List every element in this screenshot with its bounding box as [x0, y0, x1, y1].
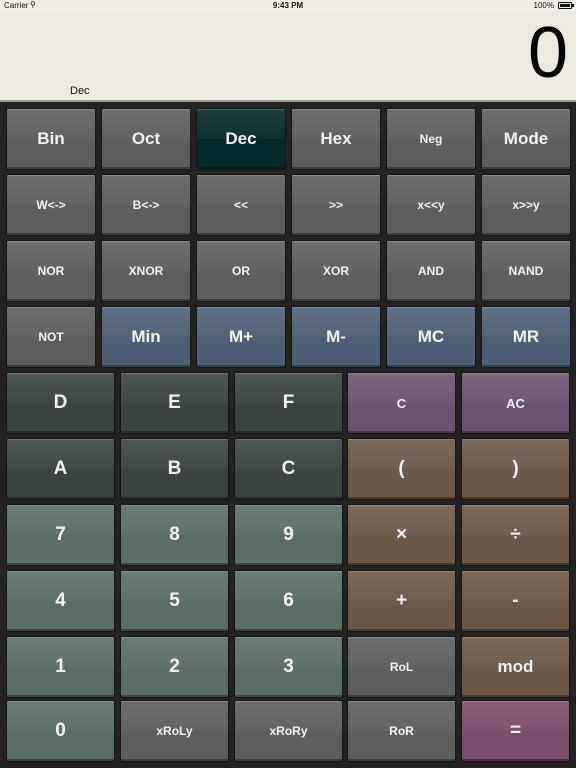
- status-time: 9:43 PM: [272, 1, 304, 10]
- bin-button[interactable]: Bin: [6, 108, 96, 170]
- hex-d-button[interactable]: D: [6, 372, 115, 434]
- battery-icon: [558, 2, 574, 9]
- battery-percent: 100%: [533, 1, 554, 10]
- nand-button[interactable]: NAND: [481, 240, 571, 302]
- xnor-button[interactable]: XNOR: [101, 240, 191, 302]
- right-paren-button[interactable]: ): [461, 438, 570, 500]
- digit-7-button[interactable]: 7: [6, 504, 115, 566]
- x-shift-left-y-button[interactable]: x<<y: [386, 174, 476, 236]
- mode-button[interactable]: Mode: [481, 108, 571, 170]
- hex-f-button[interactable]: F: [234, 372, 343, 434]
- hex-e-button[interactable]: E: [120, 372, 229, 434]
- shift-right-button[interactable]: >>: [291, 174, 381, 236]
- word-swap-button[interactable]: W<->: [6, 174, 96, 236]
- memory-minus-button[interactable]: M-: [291, 306, 381, 368]
- oct-button[interactable]: Oct: [101, 108, 191, 170]
- left-paren-button[interactable]: (: [347, 438, 456, 500]
- x-rotate-left-y-button[interactable]: xRoLy: [120, 700, 229, 762]
- hex-b-button[interactable]: B: [120, 438, 229, 500]
- and-button[interactable]: AND: [386, 240, 476, 302]
- digit-5-button[interactable]: 5: [120, 570, 229, 632]
- x-rotate-right-y-button[interactable]: xRoRy: [234, 700, 343, 762]
- memory-clear-button[interactable]: MC: [386, 306, 476, 368]
- plus-button[interactable]: +: [347, 570, 456, 632]
- byte-swap-button[interactable]: B<->: [101, 174, 191, 236]
- digit-8-button[interactable]: 8: [120, 504, 229, 566]
- minus-button[interactable]: -: [461, 570, 570, 632]
- digit-2-button[interactable]: 2: [120, 636, 229, 698]
- keypad: Bin Oct Dec Hex Neg Mode W<-> B<-> << >>…: [0, 102, 576, 768]
- memory-recall-button[interactable]: MR: [481, 306, 571, 368]
- digit-6-button[interactable]: 6: [234, 570, 343, 632]
- divide-button[interactable]: ÷: [461, 504, 570, 566]
- hex-button[interactable]: Hex: [291, 108, 381, 170]
- rotate-left-button[interactable]: RoL: [347, 636, 456, 698]
- equals-button[interactable]: =: [461, 700, 570, 762]
- neg-button[interactable]: Neg: [386, 108, 476, 170]
- memory-plus-button[interactable]: M+: [196, 306, 286, 368]
- clear-button[interactable]: C: [347, 372, 456, 434]
- not-button[interactable]: NOT: [6, 306, 96, 368]
- status-bar: Carrier ⚲ 9:43 PM 100%: [0, 0, 576, 12]
- hex-a-button[interactable]: A: [6, 438, 115, 500]
- display-mode: Dec: [70, 85, 90, 97]
- digit-4-button[interactable]: 4: [6, 570, 115, 632]
- dec-button[interactable]: Dec: [196, 108, 286, 170]
- x-shift-right-y-button[interactable]: x>>y: [481, 174, 571, 236]
- digit-1-button[interactable]: 1: [6, 636, 115, 698]
- multiply-button[interactable]: ×: [347, 504, 456, 566]
- calculator-display: 0 Dec: [0, 12, 576, 102]
- or-button[interactable]: OR: [196, 240, 286, 302]
- digit-3-button[interactable]: 3: [234, 636, 343, 698]
- mod-button[interactable]: mod: [461, 636, 570, 698]
- digit-9-button[interactable]: 9: [234, 504, 343, 566]
- shift-left-button[interactable]: <<: [196, 174, 286, 236]
- all-clear-button[interactable]: AC: [461, 372, 570, 434]
- memory-min-button[interactable]: Min: [101, 306, 191, 368]
- hex-c-button[interactable]: C: [234, 438, 343, 500]
- digit-0-button[interactable]: 0: [6, 700, 115, 762]
- xor-button[interactable]: XOR: [291, 240, 381, 302]
- nor-button[interactable]: NOR: [6, 240, 96, 302]
- rotate-right-button[interactable]: RoR: [347, 700, 456, 762]
- display-value: 0: [527, 13, 568, 93]
